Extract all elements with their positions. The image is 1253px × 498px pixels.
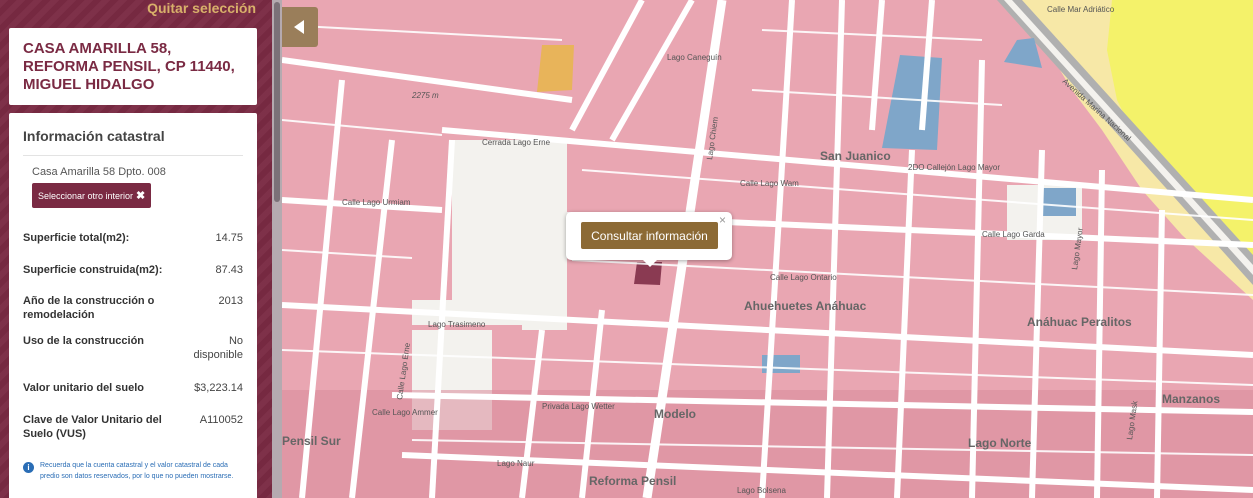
field-label: Uso de la construcción bbox=[23, 335, 145, 347]
field-value: No disponible bbox=[193, 335, 243, 361]
clear-selection-link[interactable]: Quitar selección bbox=[147, 0, 256, 16]
map-popup: × Consultar información bbox=[566, 212, 732, 260]
street-label: Lago Bolsena bbox=[737, 486, 786, 495]
street-label: Calle Mar Adriático bbox=[1047, 5, 1115, 14]
map-svg: San Juanico Ahuehuetes Anáhuac Anáhuac P… bbox=[282, 0, 1253, 498]
street-label: Calle Lago Ammer bbox=[372, 408, 438, 417]
street-label: Calle Lago Ontario bbox=[770, 273, 837, 282]
info-sidebar: Quitar selección CASA AMARILLA 58, REFOR… bbox=[0, 0, 282, 498]
scale-distance-label: 2275 m bbox=[411, 91, 439, 100]
label-lago-norte: Lago Norte bbox=[968, 436, 1032, 450]
orange-block bbox=[537, 45, 574, 92]
interior-label: Casa Amarilla 58 Dpto. 008 bbox=[32, 166, 166, 178]
field-label: Año de la construcción o remodelación bbox=[23, 295, 155, 321]
label-anahuac-peralitos: Anáhuac Peralitos bbox=[1027, 315, 1132, 329]
street-label: Calle Lago Wam bbox=[740, 179, 799, 188]
sidebar-scroll-thumb[interactable] bbox=[274, 2, 280, 202]
address-line-2: REFORMA PENSIL, CP 11440, bbox=[23, 58, 235, 75]
popup-pointer bbox=[641, 258, 659, 267]
street-label: Calle Lago Garda bbox=[982, 230, 1045, 239]
street-label: Cerrada Lago Erne bbox=[482, 138, 551, 147]
field-built-area: Superficie construida(m2): 87.43 bbox=[23, 263, 243, 277]
street-label: Lago Naur bbox=[497, 459, 535, 468]
street-label: 2DO Callejón Lago Mayor bbox=[908, 163, 1000, 172]
street-label: Calle Lago Urmiam bbox=[342, 198, 411, 207]
field-label: Superficie construida(m2): bbox=[23, 264, 163, 276]
map-canvas[interactable]: San Juanico Ahuehuetes Anáhuac Anáhuac P… bbox=[282, 0, 1253, 498]
field-value: 14.75 bbox=[215, 232, 243, 244]
field-value: A110052 bbox=[199, 414, 243, 426]
field-total-area: Superficie total(m2): 14.75 bbox=[23, 231, 243, 245]
privacy-notice-text: Recuerda que la cuenta catastral y el va… bbox=[40, 462, 234, 480]
label-modelo: Modelo bbox=[654, 407, 696, 421]
field-construction-use: Uso de la construcción No disponible bbox=[23, 334, 243, 362]
toggle-panel-button[interactable] bbox=[282, 7, 318, 47]
popup-close-icon[interactable]: × bbox=[719, 213, 726, 227]
water-block bbox=[1040, 188, 1076, 216]
field-construction-year: Año de la construcción o remodelación 20… bbox=[23, 294, 243, 322]
address-line-1: CASA AMARILLA 58, bbox=[23, 40, 172, 57]
field-value: 87.43 bbox=[215, 264, 243, 276]
street-label: Privada Lago Wetter bbox=[542, 402, 615, 411]
address-line-3: MIGUEL HIDALGO bbox=[23, 76, 155, 93]
field-vus-key: Clave de Valor Unitario del Suelo (VUS) … bbox=[23, 413, 243, 441]
field-label: Clave de Valor Unitario del Suelo (VUS) bbox=[23, 414, 162, 440]
label-reforma-pensil: Reforma Pensil bbox=[589, 474, 676, 488]
close-x-icon: ✖ bbox=[136, 190, 146, 202]
privacy-notice: i Recuerda que la cuenta catastral y el … bbox=[23, 460, 245, 482]
field-label: Superficie total(m2): bbox=[23, 232, 130, 244]
info-icon: i bbox=[23, 462, 34, 473]
sidebar-scrollbar[interactable] bbox=[272, 0, 282, 498]
field-label: Valor unitario del suelo bbox=[23, 382, 145, 394]
label-san-juanico: San Juanico bbox=[820, 149, 891, 163]
consult-info-button[interactable]: Consultar información bbox=[581, 222, 718, 249]
field-value: 2013 bbox=[218, 295, 243, 307]
label-manzanos: Manzanos bbox=[1162, 392, 1220, 406]
label-pensil-sur: Pensil Sur bbox=[282, 434, 341, 448]
cadastral-info-title: Información catastral bbox=[23, 113, 243, 156]
field-value: $3,223.14 bbox=[194, 382, 243, 394]
street-label: Lago Trasimeno bbox=[428, 320, 486, 329]
select-other-interior-button[interactable]: Seleccionar otro interior ✖ bbox=[32, 183, 152, 208]
address-card: CASA AMARILLA 58, REFORMA PENSIL, CP 114… bbox=[9, 28, 257, 105]
label-ahuehuetes-anahuac: Ahuehuetes Anáhuac bbox=[744, 299, 867, 313]
street-label: Lago Caneguín bbox=[667, 53, 722, 62]
select-interior-label: Seleccionar otro interior bbox=[38, 191, 134, 201]
cadastral-info-card: Información catastral Casa Amarilla 58 D… bbox=[9, 113, 257, 498]
field-land-unit-value: Valor unitario del suelo $3,223.14 bbox=[23, 381, 243, 395]
